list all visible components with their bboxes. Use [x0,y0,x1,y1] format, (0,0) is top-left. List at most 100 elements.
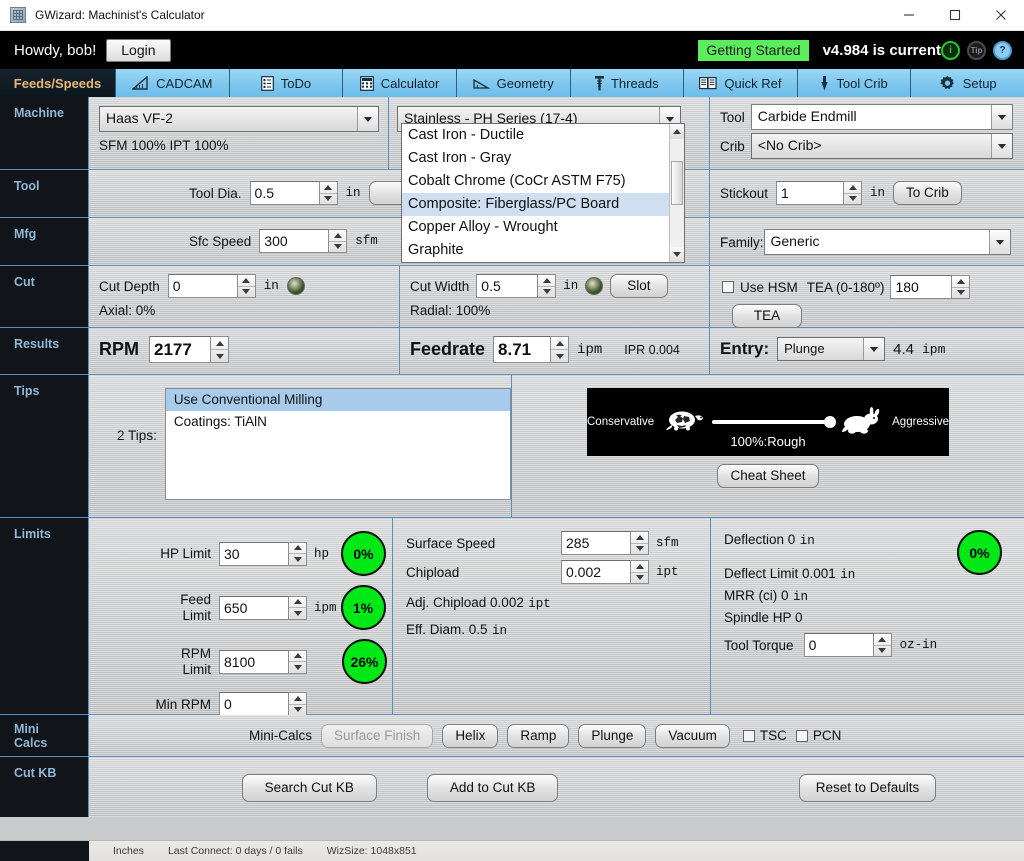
tab-cadcam[interactable]: CADCAM [116,69,230,97]
dropdown-option[interactable]: Cobalt Chrome (CoCr ASTM F75) [402,170,669,193]
hp-limit-stepper[interactable] [219,542,307,566]
tip-icon[interactable]: Tip [967,41,986,60]
stepper-arrows[interactable] [289,596,307,620]
sfc-speed-input[interactable] [259,229,329,253]
stepper-arrows[interactable] [844,181,862,205]
tab-tool-crib[interactable]: Tool Crib [798,69,912,97]
feedrate-input[interactable] [493,336,551,363]
stepper-arrows[interactable] [320,181,338,205]
add-to-cut-kb-button[interactable]: Add to Cut KB [427,774,559,802]
cut-depth-stepper[interactable] [168,274,256,298]
to-crib-button[interactable]: To Crib [893,181,962,205]
getting-started-button[interactable]: Getting Started [698,40,808,61]
min-rpm-input[interactable] [219,692,289,716]
pcn-checkbox[interactable] [796,730,808,742]
reset-to-defaults-button[interactable]: Reset to Defaults [799,774,937,802]
plunge-button[interactable]: Plunge [578,724,646,748]
slider-track[interactable] [712,420,832,424]
tab-calculator[interactable]: Calculator [343,69,457,97]
help-icon[interactable]: ? [993,41,1012,60]
feed-limit-stepper[interactable] [219,596,307,620]
rpm-limit-stepper[interactable] [219,650,307,674]
login-button[interactable]: Login [106,39,170,62]
scroll-down-icon[interactable] [670,247,684,262]
tool-preview-icon[interactable] [287,277,305,295]
tea-button[interactable]: TEA [732,304,802,328]
search-cut-kb-button[interactable]: Search Cut KB [242,774,377,802]
slot-button[interactable]: Slot [610,274,667,298]
tsc-checkbox[interactable] [743,730,755,742]
stepper-arrows[interactable] [538,274,556,298]
tab-feeds-speeds[interactable]: Feeds/Speeds [0,69,116,97]
tab-todo[interactable]: ToDo [230,69,344,97]
stepper-arrows[interactable] [238,274,256,298]
stepper-arrows[interactable] [211,336,229,363]
surface-speed-stepper[interactable] [561,531,649,555]
scroll-up-icon[interactable] [670,124,684,139]
dropdown-option-highlighted[interactable]: Composite: Fiberglass/PC Board [402,193,669,216]
tab-setup[interactable]: Setup [911,69,1024,97]
dropdown-option[interactable]: Cast Iron - Gray [402,147,669,170]
tea-stepper[interactable] [890,275,970,299]
surface-finish-button[interactable]: Surface Finish [321,724,433,748]
stepper-arrows[interactable] [329,229,347,253]
tool-torque-input[interactable] [804,633,874,657]
rpm-stepper[interactable] [149,336,229,363]
tool-preview-icon[interactable] [585,277,603,295]
min-rpm-stepper[interactable] [219,692,307,716]
tea-input[interactable] [890,275,952,299]
tips-list[interactable]: Use Conventional Milling Coatings: TiAlN [165,388,511,500]
cut-depth-input[interactable] [168,274,238,298]
entry-select[interactable]: Plunge [777,337,885,361]
crib-select[interactable]: <No Crib> [751,133,1013,159]
rpm-limit-input[interactable] [219,650,289,674]
stepper-arrows[interactable] [551,336,569,363]
stepper-arrows[interactable] [289,650,307,674]
aggressiveness-slider-panel[interactable]: Conservative [587,388,949,456]
dropdown-option[interactable]: Graphite [402,239,669,262]
sfc-speed-stepper[interactable] [259,229,347,253]
tool-torque-stepper[interactable] [804,633,892,657]
stepper-arrows[interactable] [952,275,970,299]
scrollbar-track[interactable] [670,139,684,247]
feedrate-stepper[interactable] [493,336,569,363]
scrollbar-thumb[interactable] [671,161,683,205]
ramp-button[interactable]: Ramp [507,724,569,748]
tab-threads[interactable]: Threads [571,69,685,97]
dropdown-scrollbar[interactable] [669,124,684,262]
dropdown-option[interactable]: Copper Alloy - Wrought [402,216,669,239]
list-item[interactable]: Coatings: TiAlN [166,411,510,433]
stepper-arrows[interactable] [289,692,307,716]
minimize-icon[interactable] [886,0,932,31]
hp-limit-input[interactable] [219,542,289,566]
close-icon[interactable] [978,0,1024,31]
stickout-input[interactable] [776,181,844,205]
rpm-input[interactable] [149,336,211,363]
use-hsm-checkbox[interactable] [722,281,734,293]
cut-width-stepper[interactable] [476,274,556,298]
slider-knob[interactable] [824,416,836,428]
stepper-arrows[interactable] [874,633,892,657]
tab-geometry[interactable]: Geometry [457,69,571,97]
surface-speed-input[interactable] [561,531,631,555]
feed-limit-input[interactable] [219,596,289,620]
stepper-arrows[interactable] [631,531,649,555]
dropdown-option[interactable]: Cast Iron - Ductile [402,124,669,147]
chipload-input[interactable] [561,560,631,584]
machine-select[interactable]: Haas VF-2 [99,106,379,132]
tab-quick-ref[interactable]: Quick Ref [684,69,798,97]
stepper-arrows[interactable] [289,542,307,566]
stepper-arrows[interactable] [631,560,649,584]
tool-select[interactable]: Carbide Endmill [751,104,1013,130]
family-select[interactable]: Generic [764,229,1011,255]
cut-width-input[interactable] [476,274,538,298]
vacuum-button[interactable]: Vacuum [655,724,730,748]
material-dropdown-list[interactable]: Cast Iron - Ductile Cast Iron - Gray Cob… [401,123,685,263]
maximize-icon[interactable] [932,0,978,31]
stickout-stepper[interactable] [776,181,862,205]
cheat-sheet-button[interactable]: Cheat Sheet [717,464,818,488]
info-icon[interactable]: i [941,41,960,60]
helix-button[interactable]: Helix [442,724,498,748]
chipload-stepper[interactable] [561,560,649,584]
tool-dia-input[interactable] [250,181,320,205]
